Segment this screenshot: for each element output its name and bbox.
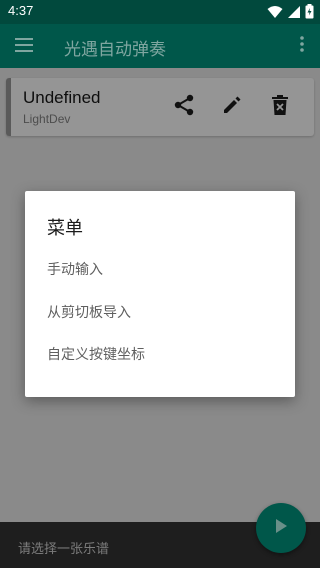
signal-icon	[287, 4, 301, 23]
edit-button[interactable]	[220, 95, 244, 119]
share-icon	[173, 94, 195, 120]
card-accent	[6, 78, 11, 136]
status-time: 4:37	[8, 3, 34, 18]
menu-button[interactable]	[10, 34, 38, 58]
menu-dialog: 菜单 手动输入 从剪切板导入 自定义按键坐标	[25, 191, 295, 397]
battery-icon	[305, 4, 314, 23]
wifi-icon	[267, 4, 283, 23]
play-icon	[274, 518, 288, 538]
edit-icon	[221, 94, 243, 120]
menu-item-manual-input[interactable]: 手动输入	[47, 258, 103, 282]
delete-button[interactable]	[268, 95, 292, 119]
menu-icon	[15, 37, 33, 56]
app-title: 光遇自动弹奏	[64, 40, 166, 60]
song-title: Undefined	[23, 88, 101, 107]
menu-item-custom-key-coords[interactable]: 自定义按键坐标	[47, 343, 145, 367]
share-button[interactable]	[172, 94, 196, 120]
selected-score-label: 请选择一张乐谱	[18, 542, 110, 557]
play-button[interactable]	[256, 503, 306, 553]
status-bar: 4:37	[0, 0, 320, 24]
song-card[interactable]: Undefined LightDev	[6, 78, 314, 136]
more-vert-icon	[300, 36, 304, 56]
delete-icon	[271, 94, 289, 120]
dialog-title: 菜单	[47, 218, 83, 239]
app-bar: 光遇自动弹奏	[0, 24, 320, 68]
song-author: LightDev	[23, 112, 71, 126]
status-icons	[267, 4, 314, 23]
more-options-button[interactable]	[294, 34, 310, 58]
menu-item-import-clipboard[interactable]: 从剪切板导入	[47, 301, 131, 325]
